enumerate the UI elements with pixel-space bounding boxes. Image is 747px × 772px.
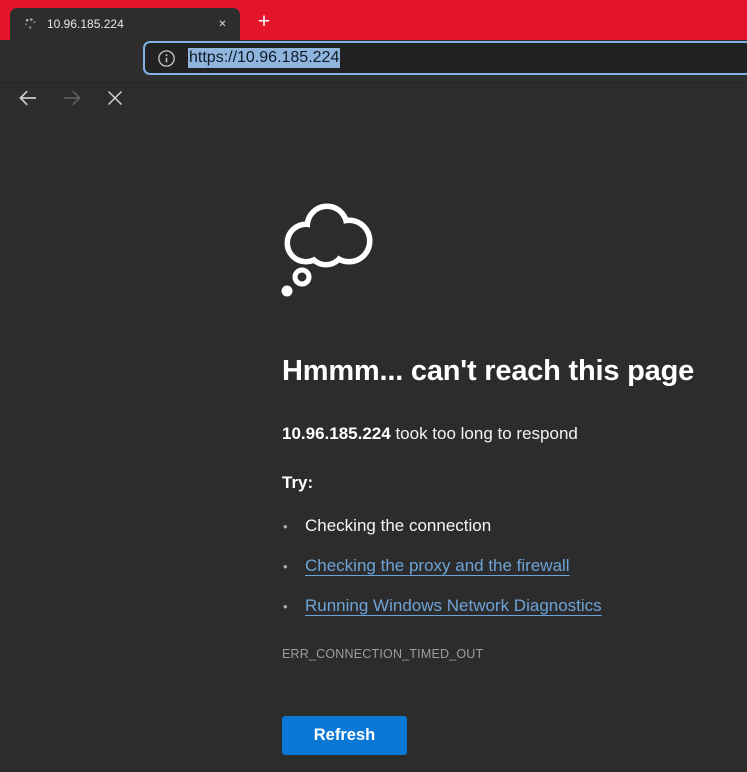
network-diagnostics-link[interactable]: Running Windows Network Diagnostics — [305, 596, 602, 615]
plus-icon: + — [258, 10, 270, 34]
error-page-content: Hmmm... can't reach this page 10.96.185.… — [282, 196, 732, 755]
address-bar[interactable]: https://10.96.185.224 — [143, 41, 747, 75]
error-code: ERR_CONNECTION_TIMED_OUT — [282, 647, 732, 661]
info-icon[interactable] — [156, 48, 177, 69]
error-subtitle: 10.96.185.224 took too long to respond — [282, 423, 732, 445]
browser-window: 10.96.185.224 ✕ + https — [0, 0, 747, 772]
suggestions-list: Checking the connection Checking the pro… — [282, 515, 732, 617]
host-name: 10.96.185.224 — [282, 424, 391, 443]
tab-close-button[interactable]: ✕ — [213, 15, 232, 34]
subtitle-text: took too long to respond — [391, 424, 578, 443]
close-icon: ✕ — [218, 19, 226, 30]
toolbar: https://10.96.185.224 — [0, 40, 747, 83]
browser-tab[interactable]: 10.96.185.224 ✕ — [10, 8, 240, 40]
suggestion-item: Checking the connection — [282, 515, 732, 537]
thought-bubble-cloud-icon — [279, 196, 376, 298]
back-arrow-icon — [17, 87, 39, 109]
try-label: Try: — [282, 472, 732, 494]
stop-x-icon — [105, 88, 125, 108]
back-button[interactable] — [14, 84, 42, 112]
suggestion-item: Checking the proxy and the firewall — [282, 555, 732, 577]
tab-strip: 10.96.185.224 ✕ + — [0, 0, 747, 40]
forward-button[interactable] — [58, 84, 86, 112]
error-title: Hmmm... can't reach this page — [282, 352, 732, 390]
url-selected-text[interactable]: https://10.96.185.224 — [188, 48, 340, 68]
tab-title: 10.96.185.224 — [47, 17, 213, 31]
refresh-button[interactable]: Refresh — [282, 716, 407, 755]
proxy-firewall-link[interactable]: Checking the proxy and the firewall — [305, 556, 570, 575]
url-text[interactable]: https://10.96.185.224 — [188, 49, 340, 67]
suggestion-text: Checking the connection — [305, 516, 491, 535]
stop-button[interactable] — [101, 84, 129, 112]
loading-spinner-icon — [23, 17, 37, 31]
forward-arrow-icon — [61, 87, 83, 109]
suggestion-item: Running Windows Network Diagnostics — [282, 595, 732, 617]
new-tab-button[interactable]: + — [251, 9, 277, 35]
